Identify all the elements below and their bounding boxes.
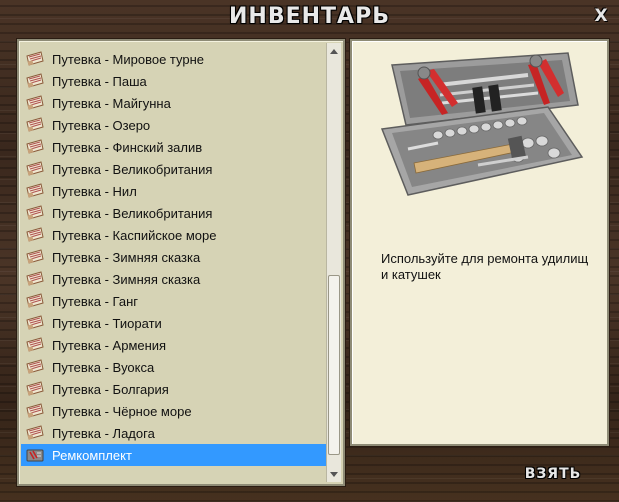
ticket-icon (25, 381, 45, 397)
list-item-label: Путевка - Великобритания (52, 161, 213, 177)
list-item[interactable]: Путевка - Паша (21, 70, 327, 92)
list-item[interactable]: Путевка - Финский залив (21, 136, 327, 158)
ticket-icon (25, 161, 45, 177)
list-item-label: Путевка - Зимняя сказка (52, 271, 201, 287)
list-item[interactable]: Путевка - Армения (21, 334, 327, 356)
list-item-label: Путевка - Финский залив (52, 139, 203, 155)
scrollbar-thumb[interactable] (328, 274, 340, 455)
list-item[interactable]: Путевка - Зимняя сказка (21, 246, 327, 268)
scroll-down-button[interactable] (327, 467, 341, 481)
list-item[interactable]: Путевка - Вуокса (21, 356, 327, 378)
ticket-icon (25, 73, 45, 89)
list-item-label: Путевка - Тиорати (52, 315, 162, 331)
list-item-label: Путевка - Чёрное море (52, 403, 192, 419)
arrow-up-icon (330, 48, 338, 54)
list-item[interactable]: Путевка - Болгария (21, 378, 327, 400)
list-item-label: Путевка - Вуокса (52, 359, 155, 375)
inventory-list-panel: Путевка - Мировое турне Путевка - Паша Пут… (17, 39, 345, 486)
list-item-label: Ремкомплект (52, 447, 132, 463)
list-item[interactable]: Путевка - Нил (21, 180, 327, 202)
list-item[interactable]: Путевка - Чёрное море (21, 400, 327, 422)
list-item[interactable]: Путевка - Ганг (21, 290, 327, 312)
list-item[interactable]: Путевка - Зимняя сказка (21, 268, 327, 290)
ticket-icon (25, 425, 45, 441)
list-item-label: Путевка - Мировое турне (52, 51, 205, 67)
list-item-label: Путевка - Нил (52, 183, 137, 199)
ticket-icon (25, 139, 45, 155)
list-item-label: Путевка - Ганг (52, 293, 139, 309)
ticket-icon (25, 359, 45, 375)
ticket-icon (25, 183, 45, 199)
ticket-icon (25, 117, 45, 133)
repair-kit-icon (25, 447, 45, 463)
toolkit-image (380, 52, 584, 196)
inventory-list: Путевка - Мировое турне Путевка - Паша Пут… (21, 48, 327, 466)
scrollbar[interactable] (326, 43, 341, 482)
list-item-label: Путевка - Зимняя сказка (52, 249, 201, 265)
arrow-down-icon (330, 471, 338, 477)
list-item-label: Путевка - Озеро (52, 117, 151, 133)
ticket-icon (25, 337, 45, 353)
list-item[interactable]: Путевка - Тиорати (21, 312, 327, 334)
ticket-icon (25, 227, 45, 243)
list-item-label: Путевка - Ладога (52, 425, 155, 441)
ticket-icon (25, 95, 45, 111)
list-item-label: Путевка - Болгария (52, 381, 169, 397)
list-item[interactable]: Путевка - Ладога (21, 422, 327, 444)
ticket-icon (25, 51, 45, 67)
list-item-label: Путевка - Каспийское море (52, 227, 217, 243)
list-item-label: Путевка - Армения (52, 337, 167, 353)
scroll-up-button[interactable] (327, 44, 341, 58)
list-item[interactable]: Путевка - Мировое турне (21, 48, 327, 70)
ticket-icon (25, 205, 45, 221)
ticket-icon (25, 403, 45, 419)
window-title: ИНВЕНТАРЬ (229, 4, 390, 29)
list-item-label: Путевка - Великобритания (52, 205, 213, 221)
list-item[interactable]: Путевка - Озеро (21, 114, 327, 136)
list-item[interactable]: Путевка - Великобритания (21, 158, 327, 180)
ticket-icon (25, 315, 45, 331)
list-item[interactable]: Путевка - Майгунна (21, 92, 327, 114)
list-item[interactable]: Путевка - Великобритания (21, 202, 327, 224)
ticket-icon (25, 271, 45, 287)
list-item-label: Путевка - Паша (52, 73, 147, 89)
list-item-label: Путевка - Майгунна (52, 95, 171, 111)
item-detail-panel: Используйте для ремонта удилищ и катушек (350, 39, 609, 446)
take-button[interactable]: ВЗЯТЬ (520, 464, 586, 484)
list-item[interactable]: Путевка - Каспийское море (21, 224, 327, 246)
close-button[interactable]: X (591, 6, 611, 26)
item-description: Используйте для ремонта удилищ и катушек (381, 251, 589, 282)
list-item[interactable]: Ремкомплект (21, 444, 327, 466)
ticket-icon (25, 293, 45, 309)
ticket-icon (25, 249, 45, 265)
